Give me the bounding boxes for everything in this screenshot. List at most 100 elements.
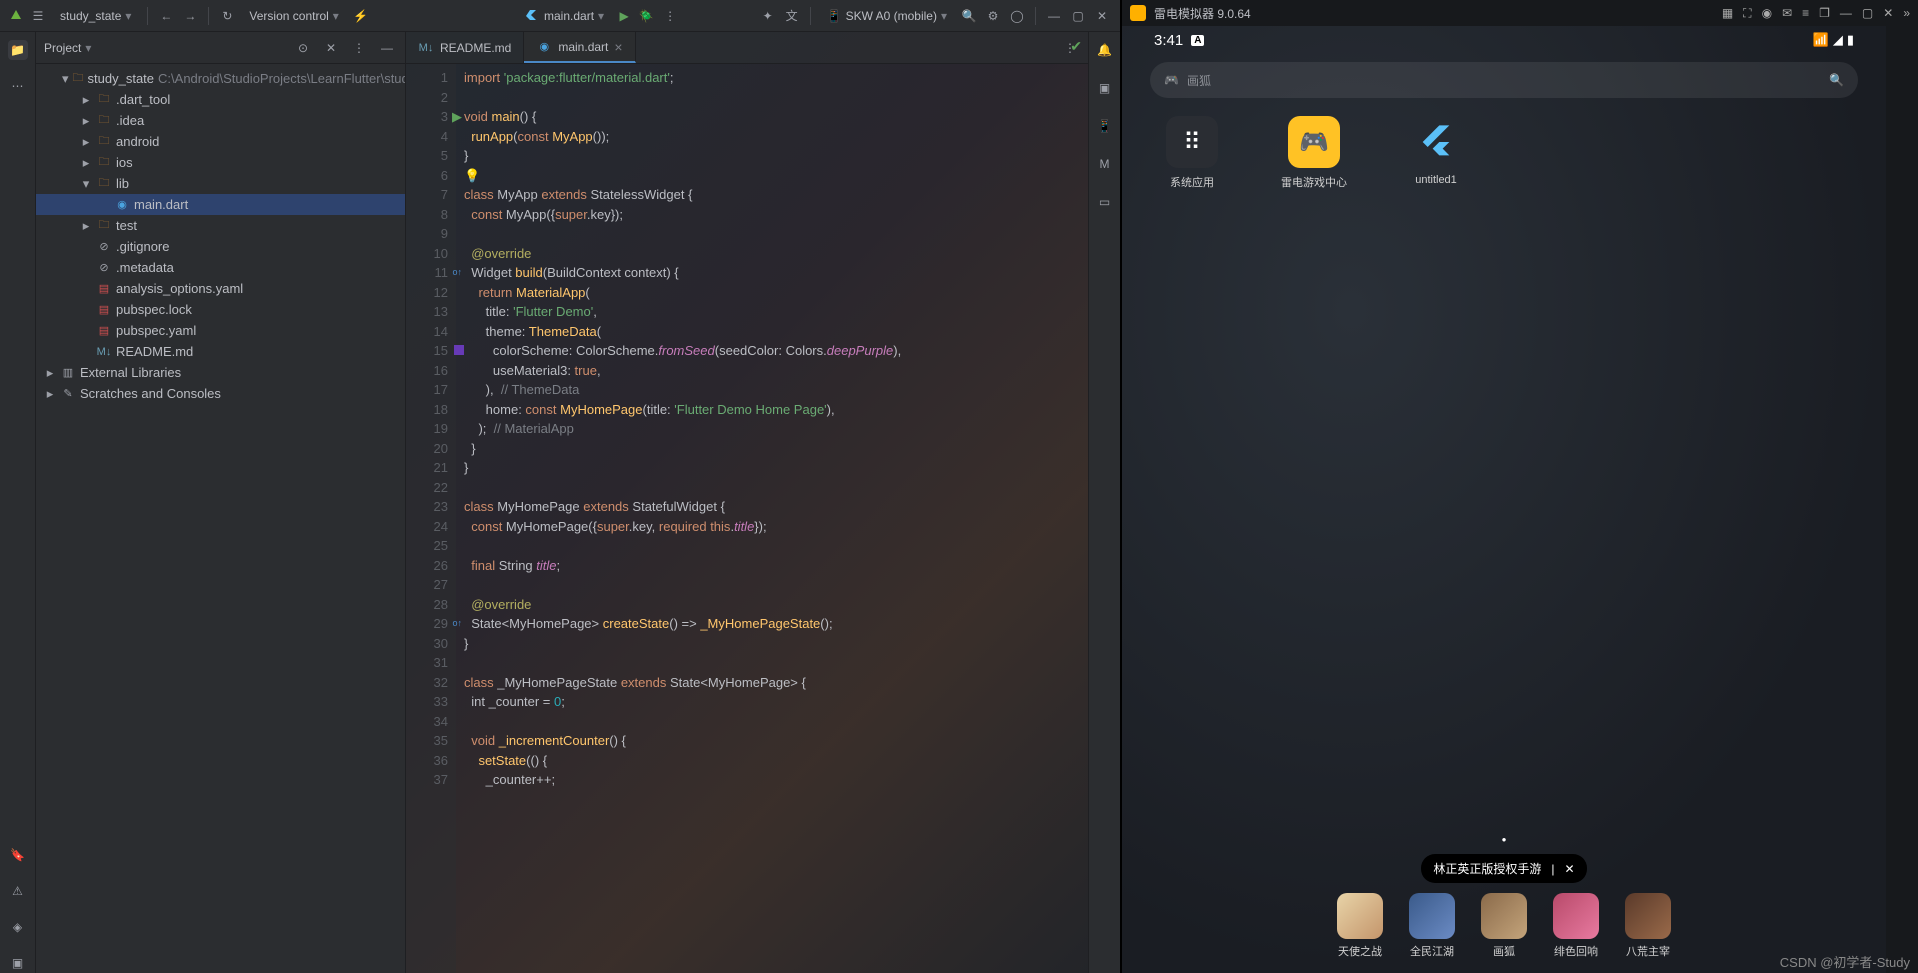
emulator-window: 雷电模拟器 9.0.64 ▦ ⛶ ◉ ✉ ≡ ❐ — ▢ ✕ » 3:41 A … (1120, 0, 1918, 973)
search-icon[interactable]: 🔍 (959, 6, 979, 26)
app-untitled1[interactable]: untitled1 (1400, 116, 1472, 190)
vcs-dropdown[interactable]: Version control ▾ (241, 5, 346, 27)
tree-item-pubspec-lock[interactable]: ▤pubspec.lock (36, 299, 405, 320)
tree-item--metadata[interactable]: ⊘.metadata (36, 257, 405, 278)
emu-tool-1-icon[interactable]: ▦ (1722, 6, 1733, 21)
editor-tabs: M↓README.md◉main.dart×⋮ (406, 32, 1088, 64)
app-系统应用[interactable]: ⠿系统应用 (1156, 116, 1228, 190)
account-icon[interactable]: ◯ (1007, 6, 1027, 26)
emu-tool-3-icon[interactable]: ◉ (1762, 6, 1772, 21)
collapse-all-icon[interactable]: ✕ (321, 38, 341, 58)
tree-item-study-state[interactable]: ▾🗀study_state C:\Android\StudioProjects\… (36, 68, 405, 89)
tooltip-sep: | (1551, 862, 1554, 876)
flutter-icon (526, 9, 540, 23)
select-opened-icon[interactable]: ⊙ (293, 38, 313, 58)
terminal-tool-icon[interactable]: ▣ (8, 953, 28, 973)
panel-options-icon[interactable]: ⋮ (349, 38, 369, 58)
minimize-icon[interactable]: — (1044, 6, 1064, 26)
code-editor[interactable]: 12▶345678910o↑11121314151617181920212223… (406, 64, 1088, 973)
copilot-icon[interactable]: ✦ (758, 6, 778, 26)
launcher-search[interactable]: 🎮 画狐 🔍 (1150, 62, 1858, 98)
tree-item-main-dart[interactable]: ◉main.dart (36, 194, 405, 215)
tab-readme-md[interactable]: M↓README.md (406, 32, 524, 63)
gradle-icon[interactable]: M (1095, 154, 1115, 174)
dock-area: ● 林正英正版授权手游 | ✕ 天使之战全民江湖画狐绯色回响八荒主宰 (1150, 835, 1858, 973)
problems-tool-icon[interactable]: ⚠ (8, 881, 28, 901)
project-tool-icon[interactable]: 📁 (8, 40, 28, 60)
emulator-screen[interactable]: 3:41 A 📶 ◢ ▮ 🎮 画狐 🔍 ⠿系统应用🎮雷电游戏中心untitled… (1122, 26, 1886, 973)
left-tool-rail: 📁 ⋯ 🔖 ⚠ ◈ ▣ (0, 32, 36, 973)
hide-panel-icon[interactable]: — (377, 38, 397, 58)
emu-tool-2-icon[interactable]: ⛶ (1743, 6, 1751, 21)
debug-button[interactable]: 🪲 (636, 6, 656, 26)
tooltip-close-icon[interactable]: ✕ (1565, 862, 1575, 876)
bookmark-tool-icon[interactable]: 🔖 (8, 845, 28, 865)
tree-item-lib[interactable]: ▾🗀lib (36, 173, 405, 194)
maximize-icon[interactable]: ▢ (1068, 6, 1088, 26)
topbar: ☰ study_state ▾ ← → ↻ Version control ▾ … (0, 0, 1120, 32)
tree-item-test[interactable]: ▸🗀test (36, 215, 405, 236)
emu-maximize-icon[interactable]: ▢ (1862, 6, 1873, 21)
tree-item-readme-md[interactable]: M↓README.md (36, 341, 405, 362)
ide-window: ☰ study_state ▾ ← → ↻ Version control ▾ … (0, 0, 1120, 973)
device-selector[interactable]: 📱 SKW A0 (mobile) ▾ (819, 5, 955, 27)
translate-icon[interactable]: 文 (782, 6, 802, 26)
project-panel: Project ▾ ⊙ ✕ ⋮ — ▾🗀study_state C:\Andro… (36, 32, 406, 973)
tree-item--gitignore[interactable]: ⊘.gitignore (36, 236, 405, 257)
tree-item-analysis-options-yaml[interactable]: ▤analysis_options.yaml (36, 278, 405, 299)
main-menu-icon[interactable]: ☰ (28, 6, 48, 26)
android-studio-logo (8, 8, 24, 24)
tree-item--dart-tool[interactable]: ▸🗀.dart_tool (36, 89, 405, 110)
close-tab-icon[interactable]: × (614, 39, 622, 55)
app-雷电游戏中心[interactable]: 🎮雷电游戏中心 (1278, 116, 1350, 190)
promo-tooltip[interactable]: 林正英正版授权手游 | ✕ (1421, 854, 1586, 883)
emulator-tool-icon[interactable]: ▭ (1095, 192, 1115, 212)
emu-close-icon[interactable]: ✕ (1883, 6, 1893, 21)
run-config-selector[interactable]: main.dart ▾ (518, 5, 612, 27)
flutter-inspector-icon[interactable]: ▣ (1095, 78, 1115, 98)
project-panel-title[interactable]: Project ▾ (44, 41, 91, 55)
more-tools-icon[interactable]: ⋯ (8, 76, 28, 96)
right-tool-rail: 🔔 ▣ 📱 M ▭ (1088, 32, 1120, 973)
dock-app-八荒主宰[interactable]: 八荒主宰 (1625, 893, 1671, 959)
emu-minimize-icon[interactable]: — (1840, 6, 1852, 21)
emu-tool-multi-icon[interactable]: ❐ (1819, 6, 1830, 21)
emu-tool-4-icon[interactable]: ✉ (1782, 6, 1792, 21)
editor-area: M↓README.md◉main.dart×⋮ ✔ 12▶345678910o↑… (406, 32, 1088, 973)
ld-logo-icon (1130, 5, 1146, 21)
dock-app-画狐[interactable]: 画狐 (1481, 893, 1527, 959)
tree-item-pubspec-yaml[interactable]: ▤pubspec.yaml (36, 320, 405, 341)
tree-item-ios[interactable]: ▸🗀ios (36, 152, 405, 173)
notifications-icon[interactable]: 🔔 (1095, 40, 1115, 60)
tree-item-external-libraries[interactable]: ▸▥External Libraries (36, 362, 405, 383)
analysis-ok-icon[interactable]: ✔ (1070, 38, 1082, 55)
ide-body: 📁 ⋯ 🔖 ⚠ ◈ ▣ Project ▾ ⊙ ✕ ⋮ — ▾🗀study_st… (0, 32, 1120, 973)
search-go-icon[interactable]: 🔍 (1829, 73, 1844, 87)
dock-app-天使之战[interactable]: 天使之战 (1337, 893, 1383, 959)
tree-item-android[interactable]: ▸🗀android (36, 131, 405, 152)
project-selector[interactable]: study_state ▾ (52, 5, 139, 27)
emu-tool-menu-icon[interactable]: ≡ (1802, 6, 1809, 21)
tree-item--idea[interactable]: ▸🗀.idea (36, 110, 405, 131)
settings-icon[interactable]: ⚙ (983, 6, 1003, 26)
clock-text: 3:41 (1154, 32, 1183, 49)
close-window-icon[interactable]: ✕ (1092, 6, 1112, 26)
device-mgr-icon[interactable]: 📱 (1095, 116, 1115, 136)
tooltip-text: 林正英正版授权手游 (1433, 860, 1541, 877)
gem-tool-icon[interactable]: ◈ (8, 917, 28, 937)
flash-icon[interactable]: ⚡ (351, 6, 371, 26)
nav-fwd-icon[interactable]: → (180, 6, 200, 26)
nav-back-icon[interactable]: ← (156, 6, 176, 26)
emulator-side-rail (1886, 26, 1918, 973)
signal-icon: ◢ (1833, 32, 1843, 48)
sync-icon[interactable]: ↻ (217, 6, 237, 26)
emu-expand-icon[interactable]: » (1903, 6, 1910, 21)
app-grid: ⠿系统应用 🎮雷电游戏中心 untitled1 (1150, 116, 1858, 190)
more-run-icon[interactable]: ⋮ (660, 6, 680, 26)
tree-item-scratches-and-consoles[interactable]: ▸✎Scratches and Consoles (36, 383, 405, 404)
dock-app-全民江湖[interactable]: 全民江湖 (1409, 893, 1455, 959)
tab-main-dart[interactable]: ◉main.dart× (524, 32, 635, 63)
project-tree[interactable]: ▾🗀study_state C:\Android\StudioProjects\… (36, 64, 405, 973)
run-button[interactable]: ▶ (616, 8, 632, 24)
dock-app-绯色回响[interactable]: 绯色回响 (1553, 893, 1599, 959)
